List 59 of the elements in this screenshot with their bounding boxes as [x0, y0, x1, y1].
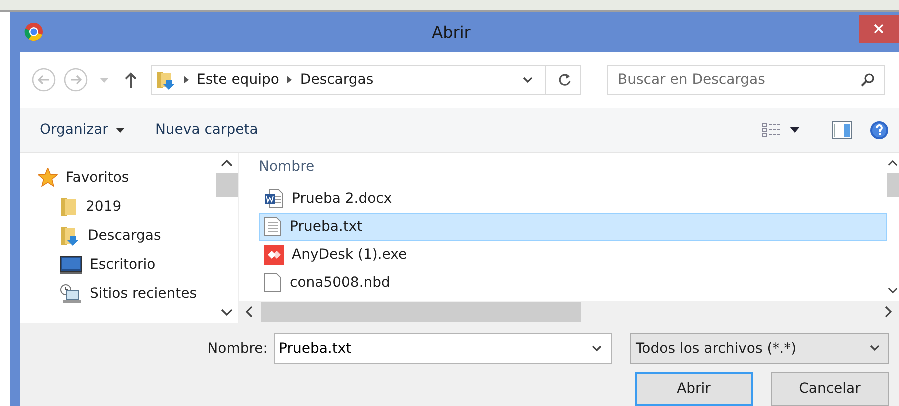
view-options-icon[interactable] [762, 123, 780, 137]
preview-pane-icon[interactable] [832, 121, 852, 139]
file-row[interactable]: AnyDesk (1).exe [259, 241, 887, 269]
sidebar-item[interactable]: Sitios recientes [38, 279, 216, 308]
scroll-down-icon[interactable] [221, 309, 233, 317]
downloads-folder-icon [60, 226, 80, 246]
text-file-icon [264, 217, 282, 237]
breadcrumb[interactable]: Este equipo [197, 72, 280, 88]
caret-icon[interactable] [790, 127, 800, 133]
file-name-field[interactable]: Prueba.txt [274, 333, 612, 364]
close-button[interactable] [859, 15, 899, 43]
scrollbar-thumb[interactable] [261, 302, 581, 322]
word-document-icon [264, 189, 284, 209]
dialog-button[interactable]: Cancelar [771, 372, 889, 406]
scroll-left-icon[interactable] [245, 306, 253, 318]
sidebar-item[interactable]: Escritorio [38, 250, 216, 279]
refresh-icon[interactable] [558, 73, 572, 87]
scrollbar-thumb[interactable] [216, 173, 238, 197]
sidebar-item[interactable]: 2019 [38, 192, 216, 221]
scroll-right-icon[interactable] [885, 306, 893, 318]
chevron-right-icon [287, 76, 292, 84]
downloads-folder-icon [156, 70, 176, 90]
address-bar[interactable]: Este equipo Descargas [151, 65, 581, 95]
search-icon [861, 73, 875, 87]
file-row[interactable]: Prueba.txt [259, 213, 887, 241]
column-header[interactable]: Nombre [259, 159, 315, 185]
monitor-icon [60, 256, 82, 274]
organize-menu-button[interactable]: Organizar [34, 118, 132, 142]
file-type-dropdown[interactable]: Todos los archivos (*.*) [630, 333, 889, 364]
up-button[interactable] [125, 72, 137, 88]
window-title: Abrir [432, 22, 471, 42]
chevron-down-icon[interactable] [523, 76, 533, 84]
chevron-down-icon [870, 345, 880, 352]
chevron-right-icon [184, 76, 189, 84]
caret-icon [100, 78, 109, 82]
app-icon [264, 245, 284, 265]
chevron-down-icon [592, 345, 602, 352]
star-icon [38, 168, 58, 187]
recent-places-icon [60, 284, 82, 304]
up-arrow-icon [125, 72, 137, 88]
new-folder-button[interactable]: Nueva carpeta [149, 118, 264, 142]
scroll-up-icon[interactable] [221, 159, 233, 167]
file-row[interactable]: cona5008.nbd [259, 269, 887, 297]
search-field[interactable]: Buscar en Descargas [607, 65, 885, 95]
close-icon [874, 24, 884, 34]
sidebar-item[interactable]: Favoritos [38, 163, 216, 192]
breadcrumb[interactable]: Descargas [300, 72, 374, 88]
scroll-down-icon[interactable] [888, 287, 898, 295]
caret-icon [116, 128, 126, 132]
scrollbar-thumb[interactable] [887, 173, 899, 197]
app-logo-icon [24, 22, 44, 42]
scroll-up-icon[interactable] [888, 159, 898, 167]
dialog-button[interactable]: Abrir [635, 372, 753, 406]
file-name-label: Nombre: [208, 340, 268, 356]
folder-icon [60, 196, 78, 216]
file-icon [264, 273, 282, 293]
sidebar-item[interactable]: Descargas [38, 221, 216, 250]
help-icon[interactable] [870, 120, 889, 140]
file-row[interactable]: Prueba 2.docx [259, 185, 887, 213]
